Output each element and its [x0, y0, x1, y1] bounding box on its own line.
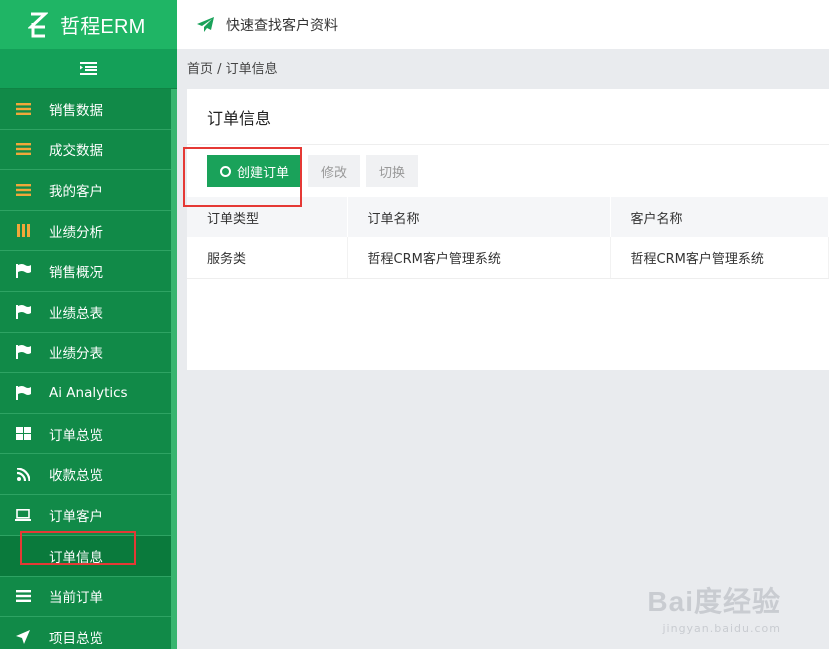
table-row[interactable]: 服务类 哲程CRM客户管理系统 哲程CRM客户管理系统 [187, 237, 829, 279]
sidebar-item-label: 订单客户 [49, 508, 103, 525]
sidebar-item-label: 业绩总表 [49, 305, 103, 322]
watermark-logo: Bai度经验 [647, 586, 781, 617]
sidebar-item-label: Ai Analytics [49, 384, 128, 401]
grid-icon [14, 426, 32, 442]
list-icon [14, 182, 32, 198]
send-icon [197, 17, 214, 32]
indent-icon [80, 62, 97, 75]
sidebar-item-label: 项目总览 [49, 630, 103, 647]
table-cell: 哲程CRM客户管理系统 [610, 237, 829, 279]
sidebar-item-label: 业绩分析 [49, 224, 103, 241]
list-icon [14, 101, 32, 117]
sidebar-item-order-overview[interactable]: 订单总览 [0, 414, 171, 455]
sidebar-item-my-customers[interactable]: 我的客户 [0, 170, 171, 211]
menu-icon [14, 588, 32, 604]
brand-name: 哲程ERM [60, 16, 146, 38]
sidebar-item-performance-summary[interactable]: 业绩总表 [0, 292, 171, 333]
sidebar-item-sales-overview[interactable]: 销售概况 [0, 251, 171, 292]
sidebar-item-current-orders[interactable]: 当前订单 [0, 576, 171, 617]
sidebar-menu: 销售数据 成交数据 我的客户 业绩分析 销售概况 业绩总表 业绩分表 Ai An… [0, 89, 171, 649]
flag-icon [14, 304, 32, 320]
edit-button[interactable]: 修改 [308, 155, 361, 187]
rss-icon [14, 466, 32, 482]
flag-icon [14, 263, 32, 279]
page-title: 订单信息 [187, 89, 829, 145]
flag-icon [14, 385, 32, 401]
sidebar-item-ai-analytics[interactable]: Ai Analytics [0, 373, 171, 414]
sidebar-item-label: 销售数据 [49, 102, 103, 119]
sidebar-item-performance-detail[interactable]: 业绩分表 [0, 333, 171, 374]
orders-table: 订单类型 订单名称 客户名称 服务类 哲程CRM客户管理系统 哲程CRM客户管理… [187, 197, 829, 279]
sidebar-item-order-customers[interactable]: 订单客户 [0, 495, 171, 536]
sidebar-item-label: 订单总览 [49, 427, 103, 444]
location-arrow-icon [14, 629, 32, 645]
order-info-panel: 订单信息 创建订单 修改 切换 订单类型 订单名称 客户名称 服务类 哲程CRM… [187, 89, 829, 370]
switch-button[interactable]: 切换 [366, 155, 419, 187]
sidebar-item-deal-data[interactable]: 成交数据 [0, 130, 171, 171]
highlight-box [183, 147, 302, 207]
quick-search-link[interactable]: 快速查找客户资料 [226, 15, 338, 35]
breadcrumb: 首页 / 订单信息 [187, 62, 278, 77]
watermark-url: jingyan.baidu.com [662, 622, 781, 635]
sidebar-item-label: 成交数据 [49, 143, 103, 160]
sidebar-item-sales-data[interactable]: 销售数据 [0, 89, 171, 130]
flag-icon [14, 344, 32, 360]
sidebar-item-label: 销售概况 [49, 265, 103, 282]
table-cell: 哲程CRM客户管理系统 [347, 237, 611, 279]
sidebar-item-payment-overview[interactable]: 收款总览 [0, 454, 171, 495]
logo-icon [28, 12, 48, 37]
sidebar-item-label: 业绩分表 [49, 346, 103, 363]
sidebar-item-label: 收款总览 [49, 468, 103, 485]
sidebar-item-label: 我的客户 [49, 183, 103, 200]
watermark: Bai度经验 jingyan.baidu.com [647, 580, 781, 635]
brand[interactable]: 哲程ERM [0, 0, 177, 49]
sidebar-item-performance-analysis[interactable]: 业绩分析 [0, 211, 171, 252]
highlight-box [20, 531, 136, 565]
sidebar-item-project-overview[interactable]: 项目总览 [0, 617, 171, 649]
table-cell: 服务类 [187, 237, 348, 279]
column-header[interactable]: 订单名称 [347, 197, 611, 237]
list-icon [14, 141, 32, 157]
sidebar-toggle[interactable] [0, 49, 177, 89]
top-bar: 快速查找客户资料 [177, 0, 829, 49]
bars-icon [14, 223, 32, 239]
column-header[interactable]: 客户名称 [610, 197, 829, 237]
sidebar-item-label: 当前订单 [49, 590, 103, 607]
sidebar-scrollbar[interactable] [171, 89, 177, 649]
laptop-icon [14, 507, 32, 523]
